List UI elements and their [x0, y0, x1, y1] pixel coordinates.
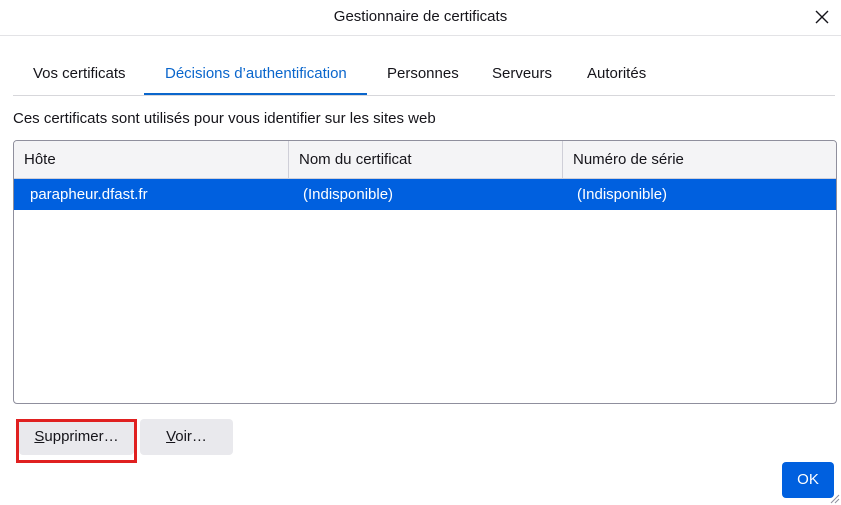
tab-your-certificates[interactable]: Vos certificats [13, 56, 139, 95]
certificate-table[interactable]: Hôte Nom du certificat Numéro de série p… [13, 140, 837, 404]
tab-servers[interactable]: Serveurs [476, 56, 566, 95]
tab-authentication-decisions[interactable]: Décisions d’authentification [144, 56, 367, 95]
column-header-certificate-name[interactable]: Nom du certificat [288, 141, 562, 179]
tab-people[interactable]: Personnes [372, 56, 468, 95]
dialog-title: Gestionnaire de certificats [333, 8, 508, 25]
close-icon [815, 10, 829, 24]
tab-authorities[interactable]: Autorités [573, 56, 663, 95]
view-accesskey: V [166, 428, 176, 445]
delete-accesskey: S [34, 428, 45, 445]
column-header-host[interactable]: Hôte [14, 141, 288, 179]
resize-grip-icon[interactable] [828, 492, 840, 504]
tab-bar: Vos certificats Décisions d’authentifica… [13, 56, 835, 96]
cell-certificate-name: (Indisponible) [303, 186, 394, 203]
close-button[interactable] [811, 6, 833, 28]
column-header-serial-number[interactable]: Numéro de série [562, 141, 836, 179]
view-button[interactable]: Voir… [140, 419, 233, 455]
cell-serial-number: (Indisponible) [577, 186, 668, 203]
ok-button[interactable]: OK [782, 462, 834, 498]
delete-button[interactable]: Supprimer… [19, 419, 134, 455]
dialog-titlebar: Gestionnaire de certificats [0, 0, 841, 36]
table-header: Hôte Nom du certificat Numéro de série [14, 141, 836, 179]
view-label: oir… [175, 428, 207, 445]
delete-label: upprimer… [44, 428, 119, 445]
cell-host: parapheur.dfast.fr [30, 186, 148, 203]
description-text: Ces certificats sont utilisés pour vous … [13, 110, 436, 127]
table-row[interactable]: parapheur.dfast.fr (Indisponible) (Indis… [14, 179, 836, 210]
